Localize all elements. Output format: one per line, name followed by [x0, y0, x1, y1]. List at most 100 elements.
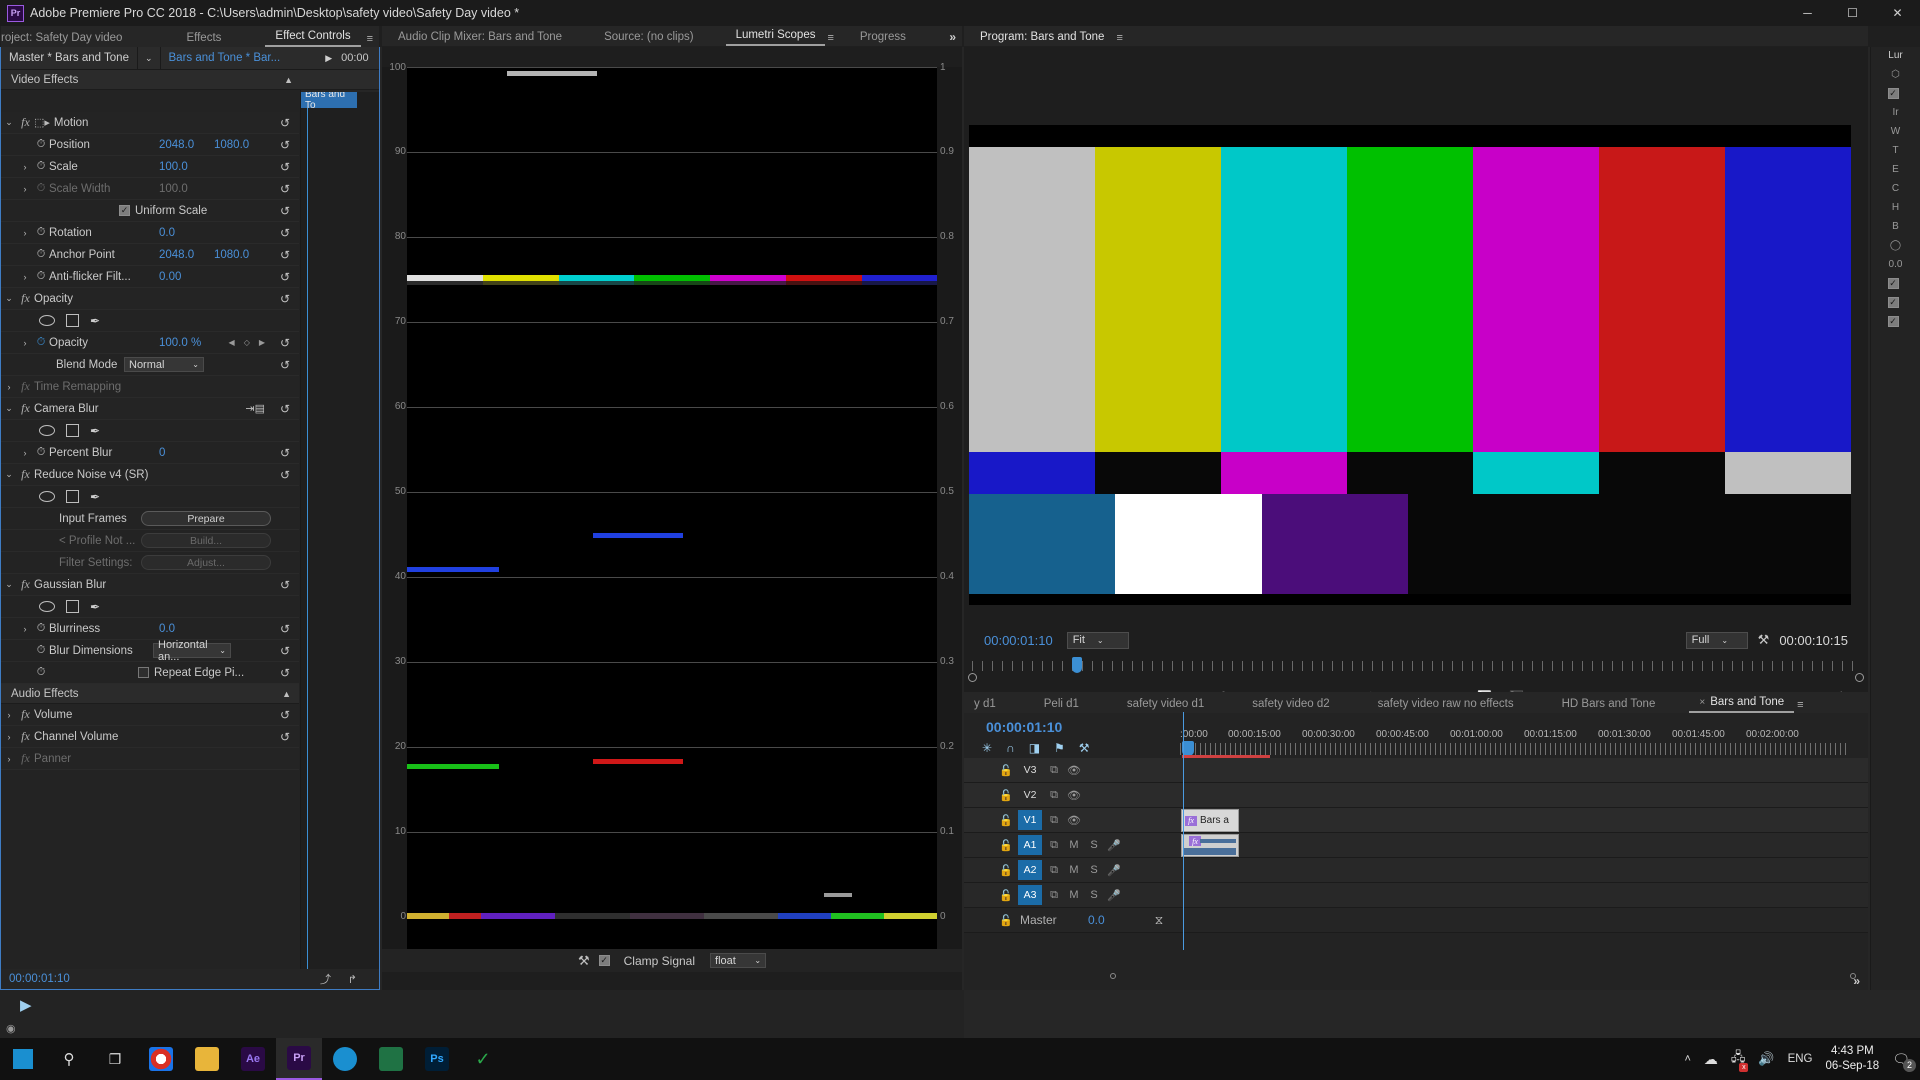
effect-opacity-header[interactable]: ⌄ fx Opacity ↺ [1, 288, 299, 310]
add-marker-icon[interactable]: ⚑ [1054, 741, 1065, 755]
param-value[interactable]: 100.0 % [159, 337, 201, 349]
track-row-v2[interactable]: 🔓 V2 ⧉ 👁 [964, 783, 1868, 808]
twirl-icon[interactable]: › [17, 448, 33, 458]
build-button[interactable]: Build... [141, 533, 271, 548]
close-button[interactable]: ✕ [1875, 0, 1920, 26]
tab-source[interactable]: Source: (no clips) [594, 29, 703, 46]
rectangle-mask-icon[interactable] [66, 424, 79, 437]
param-value[interactable]: 100.0 [159, 161, 188, 173]
taskbar-app-premiere-pro[interactable]: Pr [276, 1038, 322, 1080]
program-scrub-bar[interactable] [964, 655, 1868, 682]
stopwatch-icon[interactable]: ⏱ [33, 336, 49, 349]
cloud-icon[interactable]: ☁ [1704, 1051, 1718, 1068]
twirl-icon[interactable]: › [17, 272, 33, 282]
twirl-icon[interactable]: › [17, 228, 33, 238]
tab-audio-clip-mixer[interactable]: Audio Clip Mixer: Bars and Tone [388, 29, 572, 46]
stopwatch-icon[interactable]: ⏱ [33, 622, 49, 635]
stopwatch-icon[interactable]: ⏱ [33, 226, 49, 239]
stopwatch-icon[interactable]: ⏱ [33, 270, 49, 283]
lock-icon[interactable]: 🔓 [996, 864, 1016, 877]
param-percent-blur[interactable]: › ⏱ Percent Blur 0 ↺ [1, 442, 299, 464]
tab-safety-video-d1[interactable]: safety video d1 [1117, 696, 1214, 713]
track-name[interactable]: V1 [1018, 810, 1042, 830]
strip-item-e[interactable]: E [1871, 160, 1920, 179]
taskbar-app-photoshop[interactable]: Ps [414, 1038, 460, 1080]
twirl-icon[interactable]: ⌄ [1, 293, 17, 304]
linked-selection-icon[interactable]: ◨ [1029, 741, 1040, 755]
checkbox[interactable]: ✓ [119, 205, 130, 216]
reset-icon[interactable]: ↺ [280, 160, 290, 174]
taskbar-app-chrome[interactable] [138, 1038, 184, 1080]
twirl-icon[interactable]: › [17, 624, 33, 634]
language-indicator[interactable]: ENG [1788, 1053, 1813, 1065]
effect-gaussian-blur-header[interactable]: ⌄ fx Gaussian Blur ↺ [1, 574, 299, 596]
pen-mask-icon[interactable]: ✒ [90, 490, 100, 504]
pen-mask-icon[interactable]: ✒ [90, 424, 100, 438]
timeline-settings-icon[interactable]: ⚒ [1079, 741, 1090, 755]
sync-lock-icon[interactable]: ⧉ [1044, 839, 1064, 852]
fx-disabled-icon[interactable]: fx [17, 577, 34, 592]
timeline-horizontal-scrollbar[interactable] [964, 972, 1868, 982]
chevron-up-icon[interactable]: ˄ [1684, 1053, 1690, 1065]
master-meter-icon[interactable]: ⧖ [1155, 913, 1163, 928]
strip-item-h[interactable]: H [1871, 198, 1920, 217]
keyframe-footer-icon[interactable]: ⤴ [320, 971, 331, 987]
effect-camera-blur-header[interactable]: ⌄ fx Camera Blur ⇥▤ ↺ [1, 398, 299, 420]
reset-icon[interactable]: ↺ [280, 204, 290, 218]
strip-checkbox-1[interactable]: ✓ [1871, 84, 1920, 103]
reset-icon[interactable]: ↺ [280, 578, 290, 592]
sync-lock-icon[interactable]: ⧉ [1044, 889, 1064, 902]
reset-icon[interactable]: ↺ [280, 358, 290, 372]
track-row-a2[interactable]: 🔓 A2 ⧉ M S 🎤 [964, 858, 1868, 883]
panel-menu-icon[interactable]: ≡ [367, 33, 373, 45]
collapse-icon[interactable]: ▲ [282, 689, 291, 699]
blend-mode-dropdown[interactable]: Normal ⌄ [124, 357, 204, 372]
reset-icon[interactable]: ↺ [280, 116, 290, 130]
audio-effects-section-header[interactable]: Audio Effects ▲ [1, 684, 299, 704]
track-row-a3[interactable]: 🔓 A3 ⧉ M S 🎤 [964, 883, 1868, 908]
param-scale[interactable]: › ⏱ Scale 100.0 ↺ [1, 156, 299, 178]
solo-button[interactable]: S [1084, 889, 1104, 901]
tab-effect-controls[interactable]: Effect Controls [265, 28, 361, 47]
snap-icon[interactable]: ∩ [1006, 741, 1015, 755]
track-name[interactable]: A1 [1018, 835, 1042, 855]
scroll-left-handle[interactable] [1110, 973, 1116, 979]
reset-icon[interactable]: ↺ [280, 644, 290, 658]
mute-button[interactable]: M [1064, 864, 1084, 876]
effect-panner-header[interactable]: › fx Panner [1, 748, 299, 770]
param-value[interactable]: 0.0 [159, 227, 175, 239]
strip-item-ir[interactable]: Ir [1871, 103, 1920, 122]
microphone-icon[interactable]: 🎤 [1104, 839, 1124, 852]
lock-icon[interactable]: 🔓 [996, 889, 1016, 902]
strip-checkbox-4[interactable]: ✓ [1871, 312, 1920, 331]
param-blurriness[interactable]: › ⏱ Blurriness 0.0 ↺ [1, 618, 299, 640]
track-row-v1[interactable]: 🔓 V1 ⧉ 👁 fx Bars a [964, 808, 1868, 833]
twirl-icon[interactable]: ⌄ [1, 579, 17, 590]
fx-disabled-icon[interactable]: fx [17, 467, 34, 482]
network-icon[interactable]: 🖧 x [1731, 1048, 1749, 1072]
reset-icon[interactable]: ↺ [280, 666, 290, 680]
eye-icon[interactable]: 👁 [1064, 764, 1084, 777]
timeline-clip-audio[interactable]: fx [1181, 834, 1239, 857]
twirl-icon[interactable]: › [17, 184, 33, 194]
tab-safety-video-d2[interactable]: safety video d2 [1242, 696, 1339, 713]
scroll-right-handle[interactable] [1850, 973, 1856, 979]
effect-channel-volume-header[interactable]: › fx Channel Volume ↺ [1, 726, 299, 748]
track-name[interactable]: A3 [1018, 885, 1042, 905]
strip-item-w[interactable]: W [1871, 122, 1920, 141]
adjust-button[interactable]: Adjust... [141, 555, 271, 570]
param-anti-flicker[interactable]: › ⏱ Anti-flicker Filt... 0.00 ↺ [1, 266, 299, 288]
strip-checkbox-2[interactable]: ✓ [1871, 274, 1920, 293]
stopwatch-icon[interactable]: ⏱ [33, 160, 49, 173]
master-value[interactable]: 0.0 [1088, 913, 1105, 927]
blur-dimensions-dropdown[interactable]: Horizontal an... ⌄ [153, 639, 231, 663]
pen-mask-icon[interactable]: ✒ [90, 600, 100, 614]
tab-peli-d1[interactable]: Peli d1 [1034, 696, 1089, 713]
taskbar-app-file-explorer[interactable] [184, 1038, 230, 1080]
tab-progress[interactable]: Progress [850, 29, 916, 46]
scrub-playhead[interactable] [1072, 657, 1082, 673]
strip-item[interactable]: ⬡ [1871, 65, 1920, 84]
effect-motion-header[interactable]: ⌄ fx ⬚▸ Motion ↺ [1, 112, 299, 134]
prev-keyframe-icon[interactable]: ◀ [229, 338, 235, 347]
pen-mask-icon[interactable]: ✒ [90, 314, 100, 328]
